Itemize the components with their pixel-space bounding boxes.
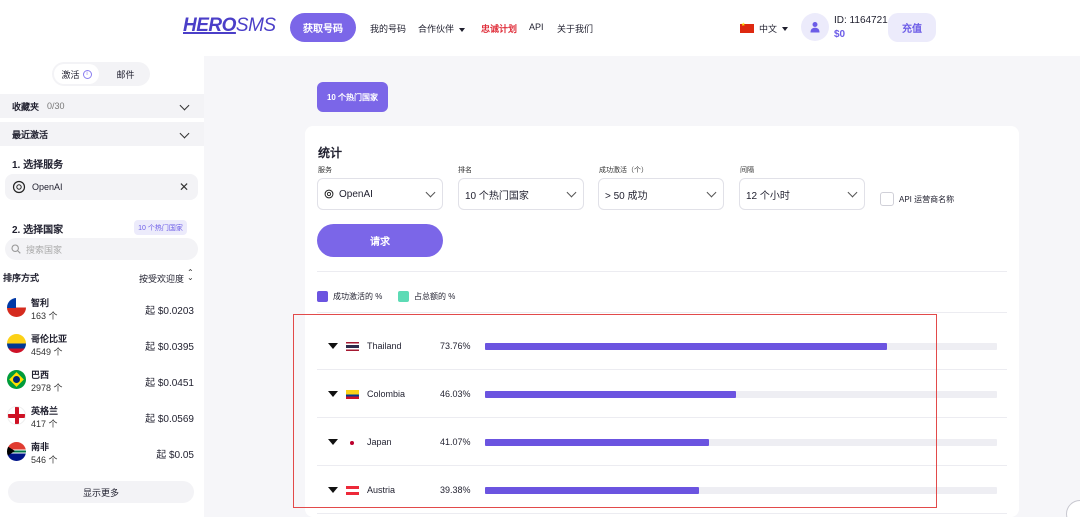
legend-swatch <box>398 291 409 302</box>
checkbox[interactable] <box>880 192 894 206</box>
show-more-button[interactable]: 显示更多 <box>8 481 194 503</box>
avatar[interactable] <box>801 13 829 41</box>
chile-flag-icon <box>7 298 26 317</box>
nav-api[interactable]: API <box>529 22 544 32</box>
country-search-input[interactable]: 搜索国家 <box>5 238 198 260</box>
chevron-down-icon <box>179 128 190 139</box>
list-item[interactable]: 巴西 2978 个 起 $0.0451 <box>0 364 204 400</box>
rank-filter-label: 排名 <box>458 167 472 174</box>
step1-title: 1. 选择服务 <box>12 160 64 171</box>
divider <box>317 312 1007 313</box>
success-select[interactable]: > 50 成功 <box>598 178 724 210</box>
list-item[interactable]: 哥伦比亚 4549 个 起 $0.0395 <box>0 328 204 364</box>
service-select[interactable]: OpenAI <box>317 178 443 210</box>
list-item[interactable]: 南非 546 个 起 $0.05 <box>0 436 204 472</box>
recent-activations-row[interactable]: 最近激活 <box>0 122 204 146</box>
highlight-frame <box>293 314 937 508</box>
herosms-logo[interactable]: HEROSMS <box>183 15 276 37</box>
page-title: 统计 <box>318 146 343 160</box>
nav-about[interactable]: 关于我们 <box>557 22 593 35</box>
request-button[interactable]: 请求 <box>317 224 443 257</box>
south-africa-flag-icon <box>7 442 26 461</box>
close-icon[interactable]: ✕ <box>179 180 189 194</box>
chevron-down-icon <box>782 26 789 31</box>
operator-name-checkbox[interactable]: API 运营商名称 <box>880 192 954 206</box>
rank-select[interactable]: 10 个热门国家 <box>458 178 584 210</box>
chevron-down-icon <box>425 187 436 198</box>
list-item[interactable]: 智利 163 个 起 $0.0203 <box>0 292 204 328</box>
chevron-down-icon <box>459 27 466 32</box>
openai-icon <box>324 189 334 199</box>
search-icon <box>11 244 21 254</box>
get-number-button[interactable]: 获取号码 <box>290 13 356 42</box>
england-flag-icon <box>7 406 26 425</box>
topup-button[interactable]: 充值 <box>888 13 936 42</box>
nav-partners[interactable]: 合作伙伴 <box>418 22 466 35</box>
nav-my-numbers[interactable]: 我的号码 <box>370 22 406 35</box>
tab-top-countries[interactable]: 10 个热门国家 <box>317 82 388 112</box>
nav-loyalty[interactable]: 忠诚计划 <box>481 22 517 35</box>
tab-mail[interactable]: 邮件 <box>103 64 148 84</box>
selected-service[interactable]: OpenAI ✕ <box>5 174 198 200</box>
legend-success: 成功激活的 % <box>317 291 382 302</box>
step2-title: 2. 选择国家 <box>12 225 64 236</box>
list-item[interactable]: 英格兰 417 个 起 $0.0569 <box>0 400 204 436</box>
legend-share: 占总额的 % <box>398 291 455 302</box>
success-filter-label: 成功激活（个） <box>599 167 648 174</box>
sort-arrows-icon[interactable]: ⌃ ⌄ <box>187 269 194 282</box>
tab-activation[interactable]: 激活 i <box>54 64 99 84</box>
chevron-down-icon <box>179 100 190 111</box>
user-icon <box>810 22 820 33</box>
china-flag-icon <box>740 22 754 33</box>
account-id: ID: 1164721 <box>834 15 888 26</box>
chevron-down-icon <box>706 187 717 198</box>
colombia-flag-icon <box>7 334 26 353</box>
sort-selector[interactable]: 按受欢迎度 <box>139 272 184 285</box>
interval-select[interactable]: 12 个小时 <box>739 178 865 210</box>
openai-icon <box>12 180 26 194</box>
service-filter-label: 服务 <box>318 167 332 174</box>
balance: $0 <box>834 29 846 40</box>
interval-filter-label: 间隔 <box>740 167 754 174</box>
sidebar: 激活 i 邮件 收藏夹 0/30 最近激活 1. 选择服务 OpenAI ✕ 2. … <box>0 56 204 517</box>
chevron-down-icon <box>566 187 577 198</box>
info-icon: i <box>82 69 92 79</box>
brazil-flag-icon <box>7 370 26 389</box>
language-selector[interactable]: 中文 <box>740 22 789 35</box>
top-countries-badge[interactable]: 10 个热门国家 <box>134 220 187 235</box>
divider <box>317 271 1007 272</box>
favorites-row[interactable]: 收藏夹 0/30 <box>0 94 204 118</box>
legend-swatch <box>317 291 328 302</box>
top-header: HEROSMS 获取号码 我的号码 合作伙伴 忠诚计划 API 关于我们 中文 … <box>0 0 1080 56</box>
chevron-down-icon <box>847 187 858 198</box>
sort-label: 排序方式 <box>3 273 40 283</box>
activation-mail-toggle: 激活 i 邮件 <box>52 62 150 86</box>
